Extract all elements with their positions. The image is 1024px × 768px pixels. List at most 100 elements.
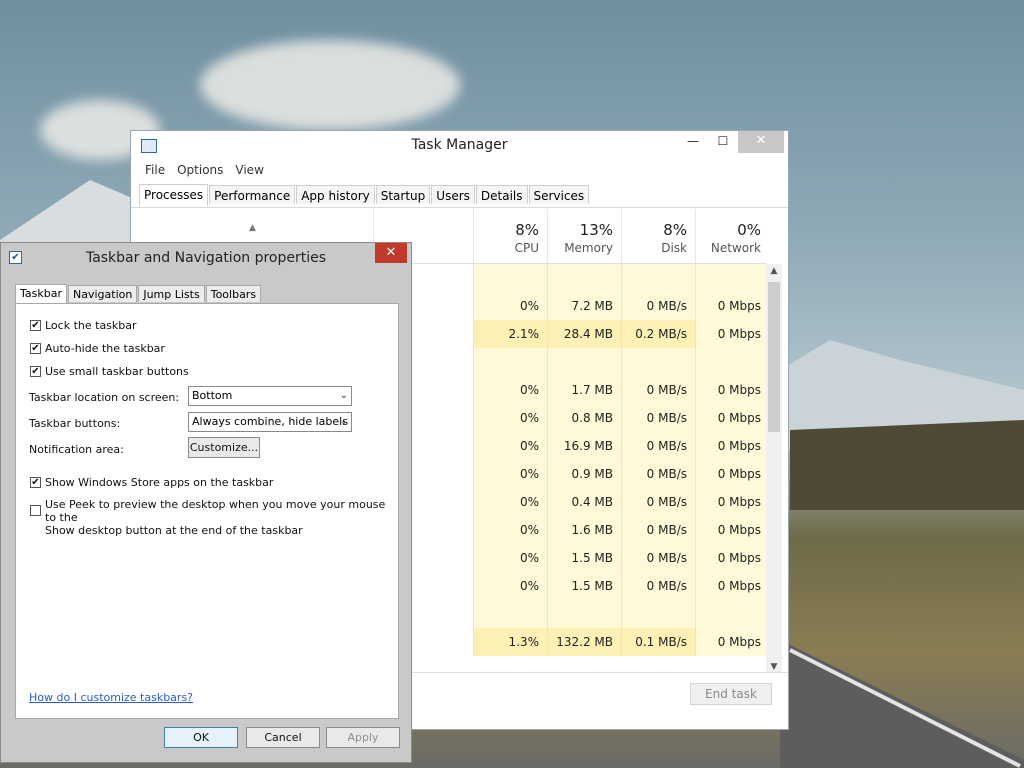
auto-hide-checkbox[interactable]: ✔ Auto-hide the taskbar — [30, 342, 165, 355]
checkbox-unchecked-icon[interactable] — [30, 505, 41, 516]
menu-file[interactable]: File — [139, 161, 171, 183]
checkbox-checked-icon[interactable]: ✔ — [30, 366, 41, 377]
scroll-down-icon[interactable]: ▼ — [766, 662, 782, 672]
column-memory[interactable]: 13% Memory — [547, 209, 621, 263]
sort-caret-icon[interactable]: ▲ — [249, 223, 256, 233]
table-cell-mem: 7.2 MB — [547, 292, 621, 320]
table-cell-mem: 1.7 MB — [547, 376, 621, 404]
customize-button[interactable]: Customize... — [188, 437, 260, 458]
taskbar-settings-panel: ✔ Lock the taskbar ✔ Auto-hide the taskb… — [15, 303, 399, 719]
table-cell-net: 0 Mbps — [695, 488, 766, 516]
table-cell-net: 0 Mbps — [695, 516, 766, 544]
table-cell-disk: 0 MB/s — [621, 516, 695, 544]
table-cell-net: 0 Mbps — [695, 292, 766, 320]
table-cell-disk: 0 MB/s — [621, 292, 695, 320]
peek-checkbox[interactable]: Use Peek to preview the desktop when you… — [30, 498, 398, 537]
table-cell-disk: 0.1 MB/s — [621, 628, 695, 656]
store-apps-checkbox[interactable]: ✔ Show Windows Store apps on the taskbar — [30, 476, 273, 489]
apply-button[interactable]: Apply — [326, 727, 400, 748]
scroll-up-icon[interactable]: ▲ — [766, 266, 782, 276]
table-cell-disk: 0.2 MB/s — [621, 320, 695, 348]
checkbox-checked-icon[interactable]: ✔ — [30, 320, 41, 331]
buttons-value: Always combine, hide labels — [192, 415, 348, 428]
table-cell-cpu — [473, 264, 547, 292]
peek-label-line1: Use Peek to preview the desktop when you… — [45, 498, 386, 524]
table-cell-net: 0 Mbps — [695, 544, 766, 572]
task-manager-titlebar[interactable]: Task Manager — ☐ ✕ — [131, 131, 788, 161]
dialog-close-button[interactable]: ✕ — [375, 243, 407, 263]
dialog-title: Taskbar and Navigation properties — [85, 250, 327, 266]
cancel-button[interactable]: Cancel — [246, 727, 320, 748]
checkbox-label: Lock the taskbar — [45, 319, 137, 332]
tab-details[interactable]: Details — [475, 185, 528, 204]
memory-label: Memory — [564, 241, 613, 255]
checkbox-label: Use Peek to preview the desktop when you… — [45, 498, 398, 537]
table-cell-net: 0 Mbps — [695, 320, 766, 348]
vertical-scrollbar[interactable]: ▲ ▼ — [766, 264, 782, 674]
chevron-down-icon[interactable]: ⌄ — [340, 413, 348, 431]
table-cell-cpu — [473, 600, 547, 628]
table-cell-cpu — [473, 348, 547, 376]
small-buttons-checkbox[interactable]: ✔ Use small taskbar buttons — [30, 365, 189, 378]
table-cell-mem: 1.6 MB — [547, 516, 621, 544]
maximize-button[interactable]: ☐ — [708, 131, 738, 153]
checkbox-checked-icon[interactable]: ✔ — [30, 477, 41, 488]
table-cell-cpu: 0% — [473, 432, 547, 460]
close-button[interactable]: ✕ — [738, 131, 784, 153]
lock-taskbar-checkbox[interactable]: ✔ Lock the taskbar — [30, 319, 137, 332]
table-cell-mem: 0.8 MB — [547, 404, 621, 432]
table-cell-disk: 0 MB/s — [621, 432, 695, 460]
ok-button[interactable]: OK — [164, 727, 238, 748]
table-cell-mem — [547, 348, 621, 376]
table-cell-disk: 0 MB/s — [621, 460, 695, 488]
table-cell-net — [695, 348, 766, 376]
table-cell-net: 0 Mbps — [695, 460, 766, 488]
disk-total: 8% — [663, 221, 687, 239]
end-task-button[interactable]: End task — [690, 683, 772, 705]
chevron-down-icon[interactable]: ⌄ — [340, 387, 348, 405]
table-cell-disk: 0 MB/s — [621, 572, 695, 600]
location-label: Taskbar location on screen: — [29, 391, 180, 404]
tab-processes[interactable]: Processes — [139, 184, 209, 206]
table-cell-net: 0 Mbps — [695, 628, 766, 656]
table-cell-cpu: 0% — [473, 572, 547, 600]
table-cell-cpu: 1.3% — [473, 628, 547, 656]
column-network[interactable]: 0% Network — [695, 209, 769, 263]
tab-jump-lists[interactable]: Jump Lists — [138, 285, 205, 302]
tab-bar: Processes Performance App history Startu… — [131, 183, 788, 208]
dialog-titlebar[interactable]: ✔ Taskbar and Navigation properties ✕ — [1, 243, 411, 273]
cpu-total: 8% — [515, 221, 539, 239]
table-cell-mem: 28.4 MB — [547, 320, 621, 348]
tab-performance[interactable]: Performance — [209, 185, 296, 204]
table-cell-cpu: 0% — [473, 404, 547, 432]
table-cell-cpu: 0% — [473, 292, 547, 320]
location-value: Bottom — [192, 389, 233, 402]
column-disk[interactable]: 8% Disk — [621, 209, 695, 263]
menu-options[interactable]: Options — [171, 161, 229, 183]
network-label: Network — [710, 241, 761, 255]
tab-toolbars[interactable]: Toolbars — [205, 285, 262, 302]
buttons-select[interactable]: Always combine, hide labels ⌄ — [188, 412, 352, 432]
tab-app-history[interactable]: App history — [296, 185, 375, 204]
table-cell-cpu: 0% — [473, 460, 547, 488]
table-cell-mem: 1.5 MB — [547, 544, 621, 572]
menu-view[interactable]: View — [229, 161, 269, 183]
scroll-thumb[interactable] — [768, 282, 780, 432]
column-cpu[interactable]: 8% CPU — [473, 209, 547, 263]
table-cell-mem: 132.2 MB — [547, 628, 621, 656]
table-cell-mem — [547, 264, 621, 292]
menu-bar: File Options View — [131, 161, 788, 183]
tab-users[interactable]: Users — [431, 185, 475, 204]
table-cell-disk — [621, 348, 695, 376]
tab-startup[interactable]: Startup — [375, 185, 431, 204]
checkbox-checked-icon[interactable]: ✔ — [30, 343, 41, 354]
tab-taskbar[interactable]: Taskbar — [15, 284, 67, 304]
table-cell-cpu: 0% — [473, 544, 547, 572]
taskbar-properties-dialog[interactable]: ✔ Taskbar and Navigation properties ✕ Ta… — [0, 242, 412, 763]
minimize-button[interactable]: — — [678, 131, 708, 153]
location-select[interactable]: Bottom ⌄ — [188, 386, 352, 406]
tab-navigation[interactable]: Navigation — [68, 285, 138, 302]
table-cell-disk: 0 MB/s — [621, 404, 695, 432]
tab-services[interactable]: Services — [528, 185, 590, 204]
help-link[interactable]: How do I customize taskbars? — [29, 691, 193, 704]
